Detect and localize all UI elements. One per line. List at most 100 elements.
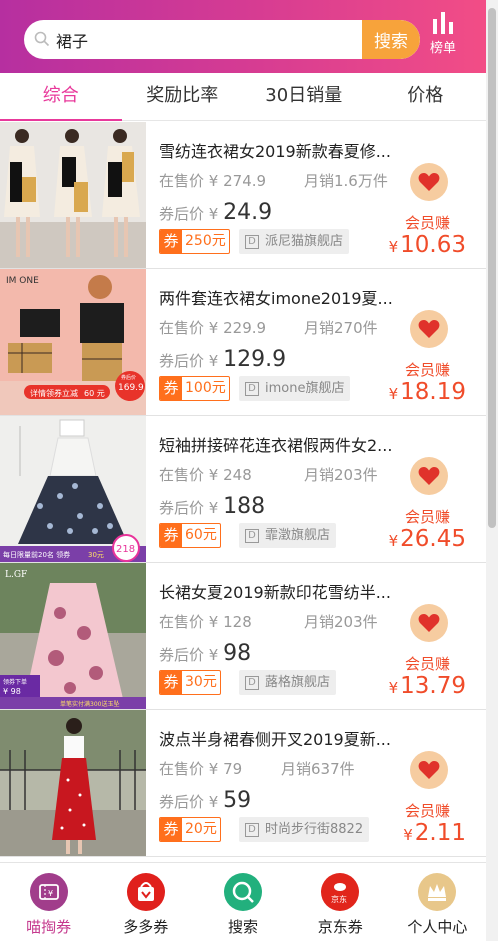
product-image[interactable] <box>0 122 146 268</box>
coupon-badge[interactable]: 券 30元 <box>159 670 221 695</box>
scrollbar-thumb[interactable] <box>488 8 496 528</box>
shop-icon: D <box>245 234 259 249</box>
image-badge-top: 券后价 <box>121 374 136 381</box>
member-earn-value: ¥10.63 <box>388 232 466 258</box>
product-item[interactable]: L.GF 领券下单 ¥ 98 单笔实付满300送玉坠 长裙女夏2019新款印花雪… <box>0 563 486 710</box>
product-title[interactable]: 波点半身裙春侧开叉2019夏新... <box>159 726 409 750</box>
monthly-sales: 月销637件 <box>281 760 355 778</box>
nav-item-pinduoduo-coupon[interactable]: 多多券 <box>97 863 194 941</box>
product-title[interactable]: 雪纺连衣裙女2019新款春夏修... <box>159 138 409 162</box>
header: 搜索 榜单 <box>0 0 486 73</box>
product-image[interactable]: L.GF 领券下单 ¥ 98 单笔实付满300送玉坠 <box>0 563 146 709</box>
image-banner-text: 单笔实付满300送玉坠 <box>60 700 119 708</box>
image-banner-text: 详情领券立减 <box>30 388 78 398</box>
image-corner-text: 领券下单 <box>3 678 27 686</box>
jd-icon: 京东 <box>321 873 360 911</box>
monthly-sales: 月销270件 <box>304 319 378 337</box>
sort-tabs: 综合 奖励比率 30日销量 价格 <box>0 73 486 121</box>
image-price-text: ¥ 98 <box>3 687 21 696</box>
favorite-button[interactable] <box>410 310 448 348</box>
member-earn-value: ¥18.19 <box>388 379 466 405</box>
product-title[interactable]: 长裙女夏2019新款印花雪纺半... <box>159 579 409 603</box>
shop-name[interactable]: D 蕗格旗舰店 <box>239 670 337 695</box>
heart-icon <box>418 761 440 779</box>
search-box: 搜索 <box>24 20 420 59</box>
image-banner-amount: 30元 <box>88 551 104 559</box>
member-earn-value: ¥26.45 <box>388 526 466 552</box>
svg-text:¥: ¥ <box>48 889 53 898</box>
nav-item-miaotao-coupon[interactable]: ¥ 喵掏券 <box>0 863 97 941</box>
product-title[interactable]: 两件套连衣裙女imone2019夏... <box>159 285 409 309</box>
nav-label: 搜索 <box>228 918 259 936</box>
shop-icon: D <box>245 381 259 396</box>
monthly-sales: 月销203件 <box>304 613 378 631</box>
product-image[interactable]: IM ONE 详情领券立减 60 元 券后价 169.9 <box>0 269 146 415</box>
nav-item-profile[interactable]: 个人中心 <box>389 863 486 941</box>
bottom-nav: ¥ 喵掏券 多多券 搜索 京东 京东券 个人中心 <box>0 862 486 941</box>
shop-name[interactable]: D 时尚步行街8822 <box>239 817 370 842</box>
member-earn-label: 会员赚 <box>405 508 451 526</box>
tab-comprehensive[interactable]: 综合 <box>0 73 122 121</box>
coupon-badge[interactable]: 券 250元 <box>159 229 230 254</box>
search-input[interactable] <box>56 20 384 59</box>
heart-icon <box>418 614 440 632</box>
product-item[interactable]: 雪纺连衣裙女2019新款春夏修... 在售价 ¥ 274.9 月销1.6万件 券… <box>0 122 486 269</box>
original-price: 在售价 ¥ 79 <box>159 760 243 778</box>
search-button[interactable]: 搜索 <box>362 20 420 59</box>
member-earn-value: ¥13.79 <box>388 673 466 699</box>
shop-name[interactable]: D 霏澂旗舰店 <box>239 523 337 548</box>
nav-item-search[interactable]: 搜索 <box>194 863 291 941</box>
coupon-price: 券后价 ¥ 59 <box>159 788 252 813</box>
nav-label: 多多券 <box>123 918 169 936</box>
product-image[interactable] <box>0 710 146 856</box>
member-earn-value: ¥2.11 <box>403 820 466 846</box>
image-banner-amount: 60 元 <box>84 389 105 398</box>
rank-label: 榜单 <box>429 41 456 56</box>
original-price: 在售价 ¥ 229.9 <box>159 319 267 337</box>
coupon-badge[interactable]: 券 20元 <box>159 817 221 842</box>
product-item[interactable]: 波点半身裙春侧开叉2019夏新... 在售价 ¥ 79 月销637件 券后价 ¥… <box>0 710 486 857</box>
favorite-button[interactable] <box>410 457 448 495</box>
rank-button[interactable]: 榜单 <box>424 10 462 64</box>
ticket-icon: ¥ <box>29 873 68 911</box>
product-image[interactable]: 每日限量前20名 领券 30元 218 <box>0 416 146 562</box>
image-brand-text: IM ONE <box>6 276 39 286</box>
coupon-badge[interactable]: 券 100元 <box>159 376 230 401</box>
coupon-price: 券后价 ¥ 188 <box>159 494 266 519</box>
svg-text:京东: 京东 <box>331 894 347 904</box>
member-earn-label: 会员赚 <box>405 655 451 673</box>
member-earn-label: 会员赚 <box>405 802 451 820</box>
tab-reward-rate[interactable]: 奖励比率 <box>122 73 244 120</box>
image-badge: 218 <box>116 544 135 555</box>
member-earn-label: 会员赚 <box>405 361 451 379</box>
shop-name[interactable]: D 派尼猫旗舰店 <box>239 229 350 254</box>
shop-name[interactable]: Dimone旗舰店 <box>239 376 351 401</box>
bar-chart-icon <box>433 12 453 34</box>
favorite-button[interactable] <box>410 163 448 201</box>
product-list: 雪纺连衣裙女2019新款春夏修... 在售价 ¥ 274.9 月销1.6万件 券… <box>0 122 486 862</box>
coupon-price: 券后价 ¥ 98 <box>159 641 252 666</box>
favorite-button[interactable] <box>410 604 448 642</box>
search-icon <box>224 873 262 911</box>
coupon-price: 券后价 ¥ 24.9 <box>159 200 273 225</box>
product-item[interactable]: 每日限量前20名 领券 30元 218 短袖拼接碎花连衣裙假两件女2... 在售… <box>0 416 486 563</box>
favorite-button[interactable] <box>410 751 448 789</box>
original-price: 在售价 ¥ 248 <box>159 466 252 484</box>
heart-icon <box>418 173 440 191</box>
image-badge-price: 169.9 <box>118 383 144 393</box>
nav-item-jd-coupon[interactable]: 京东 京东券 <box>292 863 389 941</box>
tab-price[interactable]: 价格 <box>365 73 487 120</box>
tab-30-day-sales[interactable]: 30日销量 <box>243 73 365 120</box>
image-brand-text: L.GF <box>5 570 27 580</box>
original-price: 在售价 ¥ 128 <box>159 613 252 631</box>
heart-icon <box>418 320 440 338</box>
shop-icon: D <box>245 822 259 837</box>
member-earn-label: 会员赚 <box>405 214 451 232</box>
product-title[interactable]: 短袖拼接碎花连衣裙假两件女2... <box>159 432 409 456</box>
crown-icon <box>418 873 457 911</box>
coupon-badge[interactable]: 券 60元 <box>159 523 221 548</box>
search-icon <box>34 31 50 47</box>
product-item[interactable]: IM ONE 详情领券立减 60 元 券后价 169.9 两件套连衣裙女imon… <box>0 269 486 416</box>
pinduoduo-icon <box>126 873 165 911</box>
coupon-price: 券后价 ¥ 129.9 <box>159 347 287 372</box>
